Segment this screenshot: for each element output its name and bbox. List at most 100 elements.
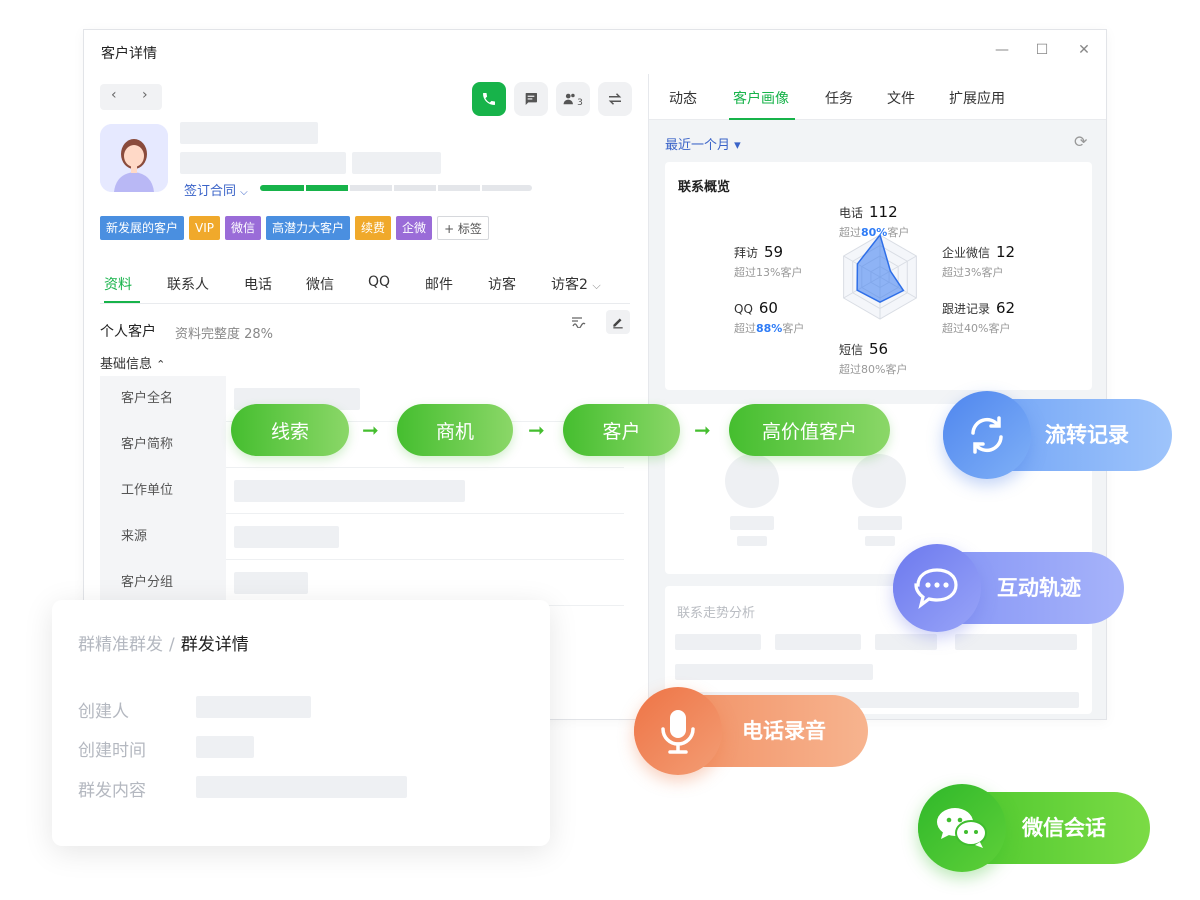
trend-placeholder xyxy=(875,634,937,650)
contact-sub-placeholder xyxy=(865,536,895,546)
chat-bubble-icon xyxy=(893,544,981,632)
chevron-down-icon: ⌵ xyxy=(592,279,601,292)
tab-activity[interactable]: 动态 xyxy=(669,88,697,108)
content-label: 群发内容 xyxy=(78,781,146,801)
tag[interactable]: 新发展的客户 xyxy=(100,216,185,240)
transfer-icon xyxy=(608,93,622,105)
field-value-placeholder xyxy=(234,572,308,594)
message-icon xyxy=(525,93,537,105)
tab-qq[interactable]: QQ xyxy=(368,274,390,290)
metric-sub-highlight: 80% xyxy=(861,226,888,239)
minimize-button[interactable]: — xyxy=(992,42,1012,58)
feature-label: 电话录音 xyxy=(742,719,826,743)
contract-stage-dropdown[interactable]: 签订合同 ⌵ xyxy=(184,180,248,199)
tab-tasks[interactable]: 任务 xyxy=(825,88,853,108)
tab-customer-portrait[interactable]: 客户画像 xyxy=(733,88,789,108)
breadcrumb-separator: / xyxy=(169,635,175,655)
customer-type: 个人客户 xyxy=(100,324,156,340)
form-row: 客户全名 xyxy=(100,376,624,422)
tab-visitor[interactable]: 访客 xyxy=(488,274,516,294)
title-bar: 客户详情 — ☐ ✕ xyxy=(84,30,1106,74)
members-button[interactable]: 3 xyxy=(556,82,590,116)
creator-value-placeholder xyxy=(196,696,311,718)
avatar-illustration xyxy=(100,124,168,192)
metric-value: 59 xyxy=(764,243,784,261)
tag[interactable]: VIP xyxy=(189,216,220,240)
cycle-icon xyxy=(943,391,1031,479)
transfer-button[interactable] xyxy=(598,82,632,116)
metric-sub: 超过80%客户 xyxy=(839,224,909,240)
close-button[interactable]: ✕ xyxy=(1074,42,1094,58)
message-button[interactable] xyxy=(514,82,548,116)
metric-name: QQ xyxy=(734,302,753,316)
tab-wechat[interactable]: 微信 xyxy=(306,274,334,294)
tab-profile[interactable]: 资料 xyxy=(104,274,132,294)
members-count: 3 xyxy=(577,98,583,108)
chevron-down-icon: ⌵ xyxy=(240,187,248,198)
contact-overview-card: 联系概览 电话 112 超过80%客户 拜访 59 超过13%客户 企业微信 12 超… xyxy=(665,162,1092,390)
content-placeholder xyxy=(196,776,407,798)
add-tag-button[interactable]: + 标签 xyxy=(437,216,489,240)
stage-segment xyxy=(260,185,304,191)
metric-work-wechat: 企业微信 12 超过3%客户 xyxy=(942,242,1015,280)
field-label: 来源 xyxy=(100,514,226,560)
stage-segment xyxy=(350,185,392,191)
metric-value: 12 xyxy=(996,243,1016,261)
group-send-detail-card: 群精准群发 / 群发详情 创建人 创建时间 群发内容 xyxy=(52,600,550,846)
flow-step-high-value-customer: 高价值客户 xyxy=(729,404,890,456)
name-placeholder xyxy=(180,122,318,144)
flow-step-opportunity: 商机 xyxy=(397,404,513,456)
feature-transfer-record[interactable]: 流转记录 xyxy=(943,391,1172,479)
tab-extensions[interactable]: 扩展应用 xyxy=(949,88,1005,108)
edit-icon xyxy=(613,318,623,329)
metric-sub: 超过3%客户 xyxy=(942,266,1004,279)
trend-title: 联系走势分析 xyxy=(677,606,756,621)
tab-contacts[interactable]: 联系人 xyxy=(167,274,209,294)
tag-list: 新发展的客户 VIP 微信 高潜力大客户 续费 企微 + 标签 xyxy=(100,216,489,240)
call-button[interactable] xyxy=(472,82,506,116)
metric-name: 电话 xyxy=(839,206,864,220)
arrow-right-icon: ➞ xyxy=(528,418,545,442)
feature-call-recording[interactable]: 电话录音 xyxy=(634,687,868,775)
info-placeholder xyxy=(180,152,346,174)
form-row: 工作单位 xyxy=(100,468,624,514)
metric-value: 56 xyxy=(869,340,889,358)
basic-info-label: 基础信息 xyxy=(100,357,153,372)
next-button[interactable]: › xyxy=(142,87,148,103)
feature-interaction-trail[interactable]: 互动轨迹 xyxy=(893,544,1124,632)
period-selector[interactable]: 最近一个月 ▾ xyxy=(665,134,741,153)
tag[interactable]: 续费 xyxy=(355,216,392,240)
maximize-button[interactable]: ☐ xyxy=(1032,42,1052,58)
contact-avatar-placeholder xyxy=(852,454,906,508)
basic-info-toggle[interactable]: 基础信息 ⌃ xyxy=(100,353,165,372)
feature-wechat-session[interactable]: 微信会话 xyxy=(918,784,1150,872)
feature-label: 微信会话 xyxy=(1022,816,1106,840)
tag[interactable]: 企微 xyxy=(396,216,433,240)
history-nav: ‹ › xyxy=(100,84,162,110)
tab-phone[interactable]: 电话 xyxy=(244,274,272,294)
metric-value: 112 xyxy=(869,203,898,221)
metric-sub-text: 客户 xyxy=(782,322,805,335)
flow-step-customer: 客户 xyxy=(563,404,680,456)
stage-segment xyxy=(482,185,532,191)
metric-sub: 超过40%客户 xyxy=(942,322,1011,335)
refresh-icon[interactable]: ⟳ xyxy=(1074,132,1087,151)
created-time-placeholder xyxy=(196,736,254,758)
contract-stage-label: 签订合同 xyxy=(184,184,237,199)
signature-button[interactable] xyxy=(568,310,592,334)
tab-email[interactable]: 邮件 xyxy=(425,274,453,294)
tag[interactable]: 微信 xyxy=(225,216,262,240)
info-placeholder xyxy=(352,152,441,174)
metric-name: 跟进记录 xyxy=(942,302,991,316)
microphone-icon xyxy=(634,687,722,775)
prev-button[interactable]: ‹ xyxy=(111,87,117,103)
breadcrumb-parent[interactable]: 群精准群发 xyxy=(78,635,163,655)
tab-files[interactable]: 文件 xyxy=(887,88,915,108)
tab-visitor2[interactable]: 访客2 ⌵ xyxy=(551,274,601,294)
metric-visit: 拜访 59 超过13%客户 xyxy=(734,242,802,280)
edit-button[interactable] xyxy=(606,310,630,334)
field-label: 客户简称 xyxy=(100,422,226,468)
tag[interactable]: 高潜力大客户 xyxy=(266,216,351,240)
metric-phone: 电话 112 超过80%客户 xyxy=(839,202,909,240)
tab-visitor2-label: 访客2 xyxy=(551,277,588,293)
